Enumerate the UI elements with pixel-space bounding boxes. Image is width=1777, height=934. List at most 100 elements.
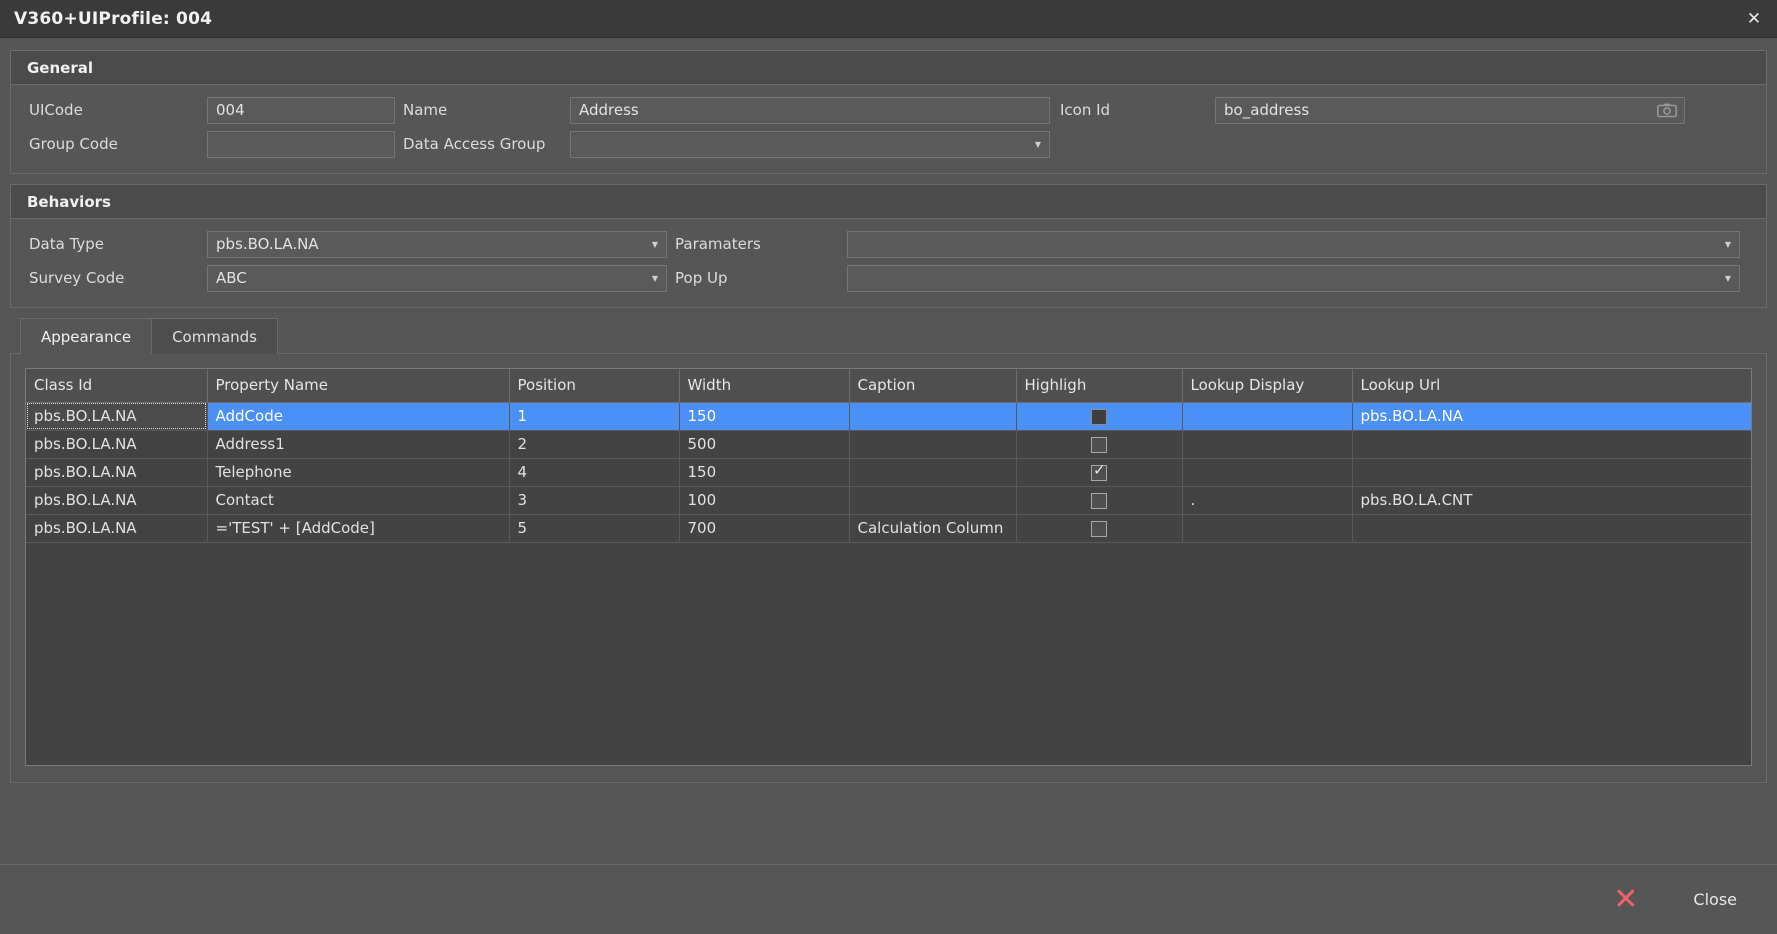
cell-lookup-display[interactable] [1182, 458, 1353, 487]
column-header-highligh[interactable]: Highligh [1016, 369, 1183, 403]
tab-appearance[interactable]: Appearance [20, 318, 153, 354]
cell-property-name[interactable]: Telephone [207, 458, 510, 487]
cell-lookup-display[interactable] [1182, 514, 1353, 543]
table-row[interactable]: pbs.BO.LA.NA Telephone 4 150 [26, 458, 1751, 487]
close-button[interactable]: ✕ Close [1603, 879, 1747, 921]
general-panel-header: General [11, 51, 1766, 85]
behaviors-panel-body: Data Type pbs.BO.LA.NA ▼ Paramaters ▼ Su… [11, 219, 1766, 307]
survey-code-label: Survey Code [29, 269, 125, 287]
title-bar: V360+UIProfile: 004 ✕ [0, 0, 1777, 38]
group-code-input[interactable] [207, 130, 395, 158]
group-code-label: Group Code [29, 135, 118, 153]
cell-width[interactable]: 100 [679, 486, 850, 515]
cell-highligh[interactable] [1016, 458, 1183, 487]
table-row[interactable]: pbs.BO.LA.NA AddCode 1 150 pbs.BO.LA.NA [26, 402, 1751, 431]
survey-code-value: ABC [216, 269, 247, 287]
table-row[interactable]: pbs.BO.LA.NA Address1 2 500 [26, 430, 1751, 459]
cell-position[interactable]: 5 [509, 514, 680, 543]
cell-lookup-display[interactable] [1182, 402, 1353, 431]
cell-position[interactable]: 3 [509, 486, 680, 515]
cell-property-name[interactable]: Address1 [207, 430, 510, 459]
table-row[interactable]: pbs.BO.LA.NA ='TEST' + [AddCode] 5 700 Calcu… [26, 514, 1751, 543]
cell-property-name[interactable]: ='TEST' + [AddCode] [207, 514, 510, 543]
cell-position[interactable]: 4 [509, 458, 680, 487]
cell-class-id[interactable]: pbs.BO.LA.NA [26, 486, 208, 515]
behaviors-panel: Behaviors Data Type pbs.BO.LA.NA ▼ Param… [10, 184, 1767, 308]
camera-icon[interactable] [1657, 103, 1677, 118]
popup-select[interactable]: ▼ [847, 264, 1740, 292]
data-type-select[interactable]: pbs.BO.LA.NA ▼ [207, 230, 667, 258]
tab-commands[interactable]: Commands [151, 318, 278, 354]
cell-highligh[interactable] [1016, 486, 1183, 515]
highligh-checkbox[interactable] [1091, 436, 1107, 453]
data-access-group-select[interactable]: ▼ [570, 130, 1050, 158]
cell-lookup-url[interactable]: pbs.BO.LA.NA [1352, 402, 1751, 431]
grid-header-row: Class Id Property Name Position Width Ca… [26, 369, 1751, 403]
column-header-caption[interactable]: Caption [849, 369, 1017, 403]
tab-appearance-label: Appearance [41, 327, 132, 346]
cell-lookup-url[interactable] [1352, 458, 1751, 487]
cell-caption[interactable] [849, 402, 1017, 431]
grid-empty-area [26, 542, 1751, 765]
highligh-checkbox[interactable] [1091, 492, 1107, 509]
tab-strip: Appearance Commands [20, 318, 1767, 354]
cell-property-name[interactable]: AddCode [207, 402, 510, 431]
uicode-label: UICode [29, 101, 83, 119]
dialog-body: General UICode Name Icon Id [0, 38, 1777, 864]
icon-id-input[interactable] [1215, 96, 1685, 124]
highligh-checkbox[interactable] [1091, 462, 1107, 481]
cell-width[interactable]: 700 [679, 514, 850, 543]
general-panel-body: UICode Name Icon Id Gro [11, 85, 1766, 173]
popup-label: Pop Up [675, 269, 728, 287]
cell-caption[interactable]: Calculation Column [849, 514, 1017, 543]
highligh-checkbox[interactable] [1091, 520, 1107, 537]
behaviors-panel-header: Behaviors [11, 185, 1766, 219]
cell-caption[interactable] [849, 486, 1017, 515]
cell-caption[interactable] [849, 430, 1017, 459]
cell-class-id[interactable]: pbs.BO.LA.NA [26, 430, 208, 459]
cell-lookup-url[interactable]: pbs.BO.LA.CNT [1352, 486, 1751, 515]
cell-class-id[interactable]: pbs.BO.LA.NA [26, 514, 208, 543]
parameters-select[interactable]: ▼ [847, 230, 1740, 258]
general-panel: General UICode Name Icon Id [10, 50, 1767, 174]
table-row[interactable]: pbs.BO.LA.NA Contact 3 100. pbs.BO.LA.CNT [26, 486, 1751, 515]
name-label: Name [403, 101, 448, 119]
survey-code-select[interactable]: ABC ▼ [207, 264, 667, 292]
column-header-class-id[interactable]: Class Id [26, 369, 208, 403]
column-header-lookup-url[interactable]: Lookup Url [1352, 369, 1751, 403]
parameters-label: Paramaters [675, 235, 761, 253]
cell-property-name[interactable]: Contact [207, 486, 510, 515]
cell-position[interactable]: 1 [509, 402, 680, 431]
cell-highligh[interactable] [1016, 430, 1183, 459]
chevron-down-icon: ▼ [1034, 139, 1042, 149]
general-section-title: General [27, 58, 93, 77]
cell-class-id[interactable]: pbs.BO.LA.NA [26, 402, 208, 431]
window-close-icon[interactable]: ✕ [1731, 0, 1777, 38]
cell-lookup-display[interactable]: . [1182, 486, 1353, 515]
appearance-grid[interactable]: Class Id Property Name Position Width Ca… [25, 368, 1752, 766]
column-header-property-name[interactable]: Property Name [207, 369, 510, 403]
chevron-down-icon: ▼ [651, 239, 659, 249]
column-header-position[interactable]: Position [509, 369, 680, 403]
cell-lookup-url[interactable] [1352, 514, 1751, 543]
cell-class-id[interactable]: pbs.BO.LA.NA [26, 458, 208, 487]
cell-highligh[interactable] [1016, 514, 1183, 543]
highligh-checkbox[interactable] [1091, 408, 1107, 425]
cell-width[interactable]: 500 [679, 430, 850, 459]
name-input[interactable] [570, 96, 1050, 124]
uicode-input[interactable] [207, 96, 395, 124]
general-row-1: UICode Name Icon Id [11, 93, 1766, 127]
chevron-down-icon: ▼ [651, 273, 659, 283]
column-header-width[interactable]: Width [679, 369, 850, 403]
cell-lookup-display[interactable] [1182, 430, 1353, 459]
cell-highligh[interactable] [1016, 402, 1183, 431]
cell-caption[interactable] [849, 458, 1017, 487]
cell-width[interactable]: 150 [679, 402, 850, 431]
cell-position[interactable]: 2 [509, 430, 680, 459]
column-header-lookup-display[interactable]: Lookup Display [1182, 369, 1353, 403]
window-title: V360+UIProfile: 004 [14, 8, 213, 29]
icon-id-field-wrapper [1215, 96, 1685, 124]
cell-lookup-url[interactable] [1352, 430, 1751, 459]
cell-width[interactable]: 150 [679, 458, 850, 487]
data-type-label: Data Type [29, 235, 105, 253]
